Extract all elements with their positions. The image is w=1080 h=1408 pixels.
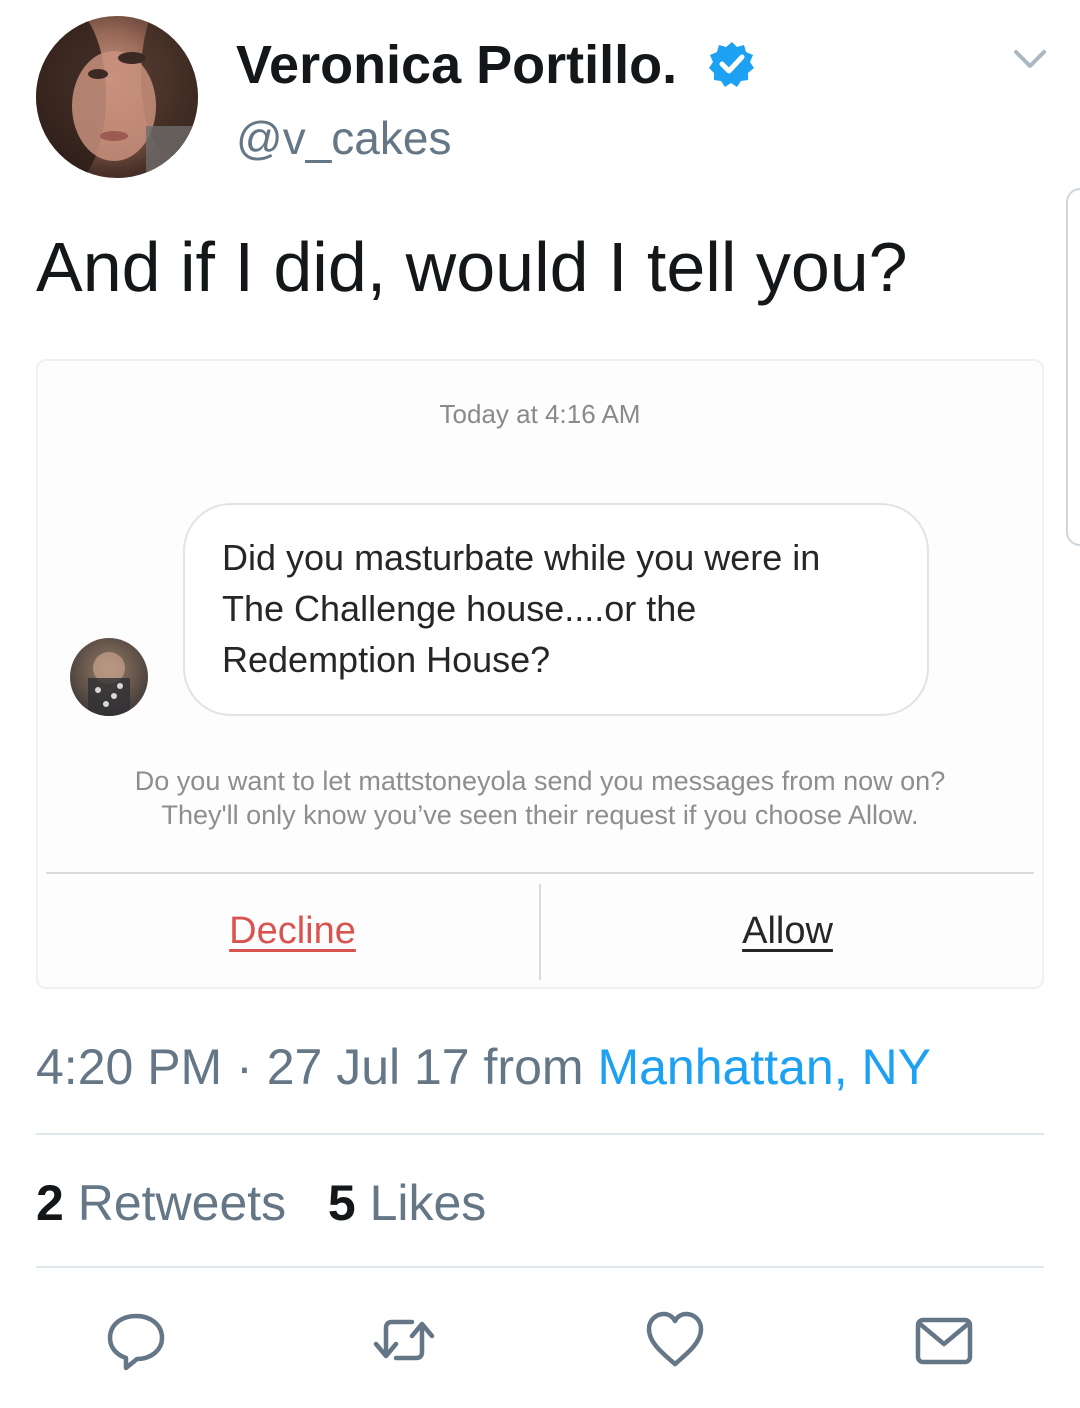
decline-button[interactable]: Decline	[46, 904, 539, 958]
tweet-stats: 2 Retweets 5 Likes	[36, 1172, 486, 1234]
request-divider	[46, 872, 1034, 874]
likes-label: Likes	[369, 1175, 487, 1231]
retweets-label: Retweets	[77, 1175, 287, 1231]
author-handle[interactable]: @v_cakes	[236, 110, 451, 166]
stats-divider	[36, 1266, 1044, 1268]
retweets-count: 2	[36, 1175, 64, 1231]
meta-divider	[36, 1133, 1044, 1135]
request-note-line: They'll only know you’ve seen their requ…	[161, 800, 919, 830]
meta-from: from	[483, 1039, 584, 1095]
verified-badge-icon	[709, 42, 754, 87]
scroll-indicator[interactable]	[1066, 188, 1080, 546]
author-display-name[interactable]: Veronica Portillo.	[236, 30, 677, 100]
direct-message-icon[interactable]	[912, 1308, 976, 1372]
retweet-icon[interactable]	[372, 1308, 436, 1372]
tweet-meta: 4:20 PM · 27 Jul 17 from Manhattan, NY	[36, 1036, 931, 1098]
message-request-note: Do you want to let mattstoneyola send yo…	[0, 764, 1080, 832]
likes-stat[interactable]: 5 Likes	[328, 1175, 486, 1231]
author-avatar[interactable]	[36, 16, 198, 178]
tweet-date[interactable]: 27 Jul 17	[267, 1039, 470, 1095]
retweets-stat[interactable]: 2 Retweets	[36, 1175, 286, 1231]
allow-button[interactable]: Allow	[541, 904, 1034, 958]
message-line: The Challenge house....or the	[222, 588, 697, 629]
message-line: Did you masturbate while you were in	[222, 537, 821, 578]
dm-timestamp: Today at 4:16 AM	[439, 399, 641, 429]
meta-separator: ·	[236, 1039, 253, 1095]
chevron-down-icon[interactable]	[1012, 46, 1048, 72]
tweet-time[interactable]: 4:20 PM	[36, 1039, 222, 1095]
message-line: Redemption House?	[222, 639, 551, 680]
sender-avatar	[70, 638, 148, 716]
likes-count: 5	[327, 1175, 356, 1231]
like-icon[interactable]	[643, 1308, 707, 1372]
message-text: Did you masturbate while you were in The…	[222, 532, 912, 685]
location-link[interactable]: Manhattan, NY	[597, 1039, 931, 1095]
tweet-text: And if I did, would I tell you?	[36, 228, 908, 306]
request-note-line: Do you want to let mattstoneyola send yo…	[134, 766, 946, 796]
reply-icon[interactable]	[104, 1308, 168, 1372]
